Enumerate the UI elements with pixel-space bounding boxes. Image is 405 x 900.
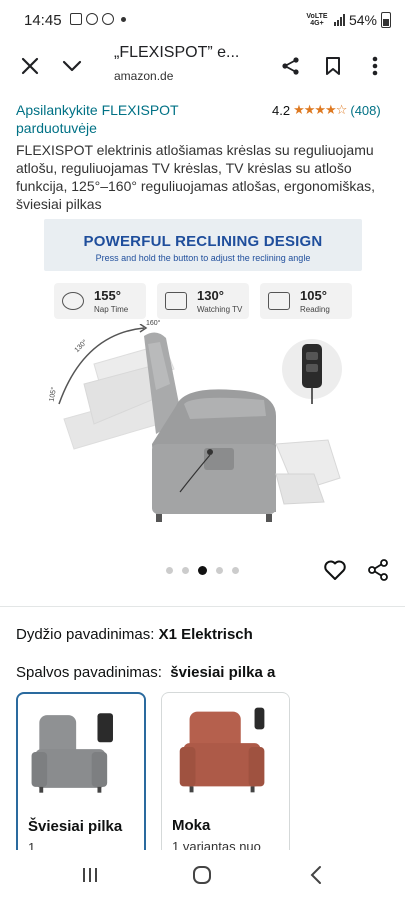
chrome-notification-icon	[102, 13, 114, 25]
pagination-dot[interactable]	[182, 567, 189, 574]
heart-icon	[324, 560, 346, 580]
option-name: Moka	[172, 817, 211, 834]
status-time: 14:45	[24, 12, 62, 29]
home-button[interactable]	[190, 863, 214, 887]
mode-label: Watching TV	[197, 305, 243, 314]
battery-percent: 54%	[348, 12, 377, 28]
chair-thumbnail	[162, 693, 289, 808]
mode-degree: 105°	[300, 288, 327, 303]
size-selection: Dydžio pavadinimas: X1 Elektrisch	[16, 626, 253, 643]
sleep-icon	[62, 292, 84, 310]
system-nav-bar	[0, 850, 405, 900]
mode-nap-time: 155° Nap Time	[54, 283, 146, 319]
mode-degree: 155°	[94, 288, 121, 303]
product-share-button[interactable]	[364, 556, 392, 584]
back-button[interactable]	[304, 863, 328, 887]
color-value: šviesiai pilka a	[170, 664, 276, 681]
page-title: „FLEXISPOT” e...	[114, 44, 240, 61]
minimize-tab-button[interactable]	[56, 50, 88, 82]
gallery-notification-icon	[70, 13, 82, 25]
tv-icon	[165, 292, 187, 310]
bookmark-icon	[326, 57, 340, 75]
option-name: Šviesiai pilka	[28, 818, 123, 835]
pagination-dot[interactable]	[216, 567, 223, 574]
color-label: Spalvos pavadinimas:	[16, 664, 162, 681]
back-icon	[310, 866, 321, 884]
close-tab-button[interactable]	[14, 50, 46, 82]
share-icon	[282, 57, 299, 75]
accessibility-notification-icon	[86, 13, 98, 25]
more-notifications-icon	[121, 16, 126, 22]
color-option-moka[interactable]: Moka 1 variantas nuo	[161, 692, 290, 862]
mode-label: Nap Time	[94, 305, 129, 314]
chair-thumbnail	[18, 695, 144, 808]
color-selection: Spalvos pavadinimas: šviesiai pilka a	[16, 664, 275, 681]
rating-count[interactable]: (408)	[350, 103, 380, 118]
rating-value: 4.2	[272, 102, 291, 118]
section-divider	[0, 606, 405, 607]
status-bar: 14:45 VoLTE 4G+ 54%	[0, 0, 405, 40]
share-button[interactable]	[275, 50, 307, 82]
store-link[interactable]: Apsilankykite FLEXISPOT parduotuvėje	[16, 101, 246, 137]
image-subheading: Press and hold the button to adjust the …	[95, 253, 311, 263]
mode-watching-tv: 130° Watching TV	[157, 283, 249, 319]
browser-toolbar: „FLEXISPOT” e... amazon.de	[0, 40, 405, 92]
rating-summary[interactable]: 4.2 ★★★★☆ (408)	[272, 102, 381, 118]
size-label: Dydžio pavadinimas:	[16, 626, 155, 643]
angle-label: 160°	[146, 320, 161, 327]
mode-degree: 130°	[197, 288, 224, 303]
size-value: X1 Elektrisch	[158, 626, 253, 643]
home-icon	[193, 866, 211, 884]
book-icon	[268, 292, 290, 310]
page-url[interactable]: amazon.de	[114, 69, 173, 83]
mode-label: Reading	[300, 305, 330, 314]
signal-icon	[333, 14, 345, 26]
more-menu-button[interactable]	[359, 50, 391, 82]
bookmark-button[interactable]	[317, 50, 349, 82]
pagination-dot[interactable]	[232, 567, 239, 574]
mode-reading: 105° Reading	[260, 283, 352, 319]
color-option-light-grey[interactable]: Šviesiai pilka 1 ...	[16, 692, 146, 862]
recent-apps-icon	[83, 868, 97, 882]
pagination-dot[interactable]	[166, 567, 173, 574]
recent-apps-button[interactable]	[78, 863, 102, 887]
notification-icons	[70, 13, 126, 25]
share-icon	[368, 559, 388, 581]
wishlist-button[interactable]	[321, 556, 349, 584]
rating-stars: ★★★★☆	[293, 102, 347, 117]
recliner-chair-illustration	[58, 324, 342, 522]
product-image[interactable]: POWERFUL RECLINING DESIGN Press and hold…	[44, 219, 362, 539]
image-heading: POWERFUL RECLINING DESIGN	[83, 233, 323, 250]
network-type: VoLTE 4G+	[306, 13, 328, 27]
product-title: FLEXISPOT elektrinis atlošiamas krėslas …	[16, 142, 376, 212]
more-vertical-icon	[372, 56, 378, 76]
chevron-down-icon	[62, 60, 82, 72]
close-icon	[21, 57, 39, 75]
image-pagination	[166, 566, 239, 575]
battery-icon	[381, 12, 391, 28]
pagination-dot-active[interactable]	[198, 566, 207, 575]
status-right: VoLTE 4G+ 54%	[304, 12, 391, 28]
